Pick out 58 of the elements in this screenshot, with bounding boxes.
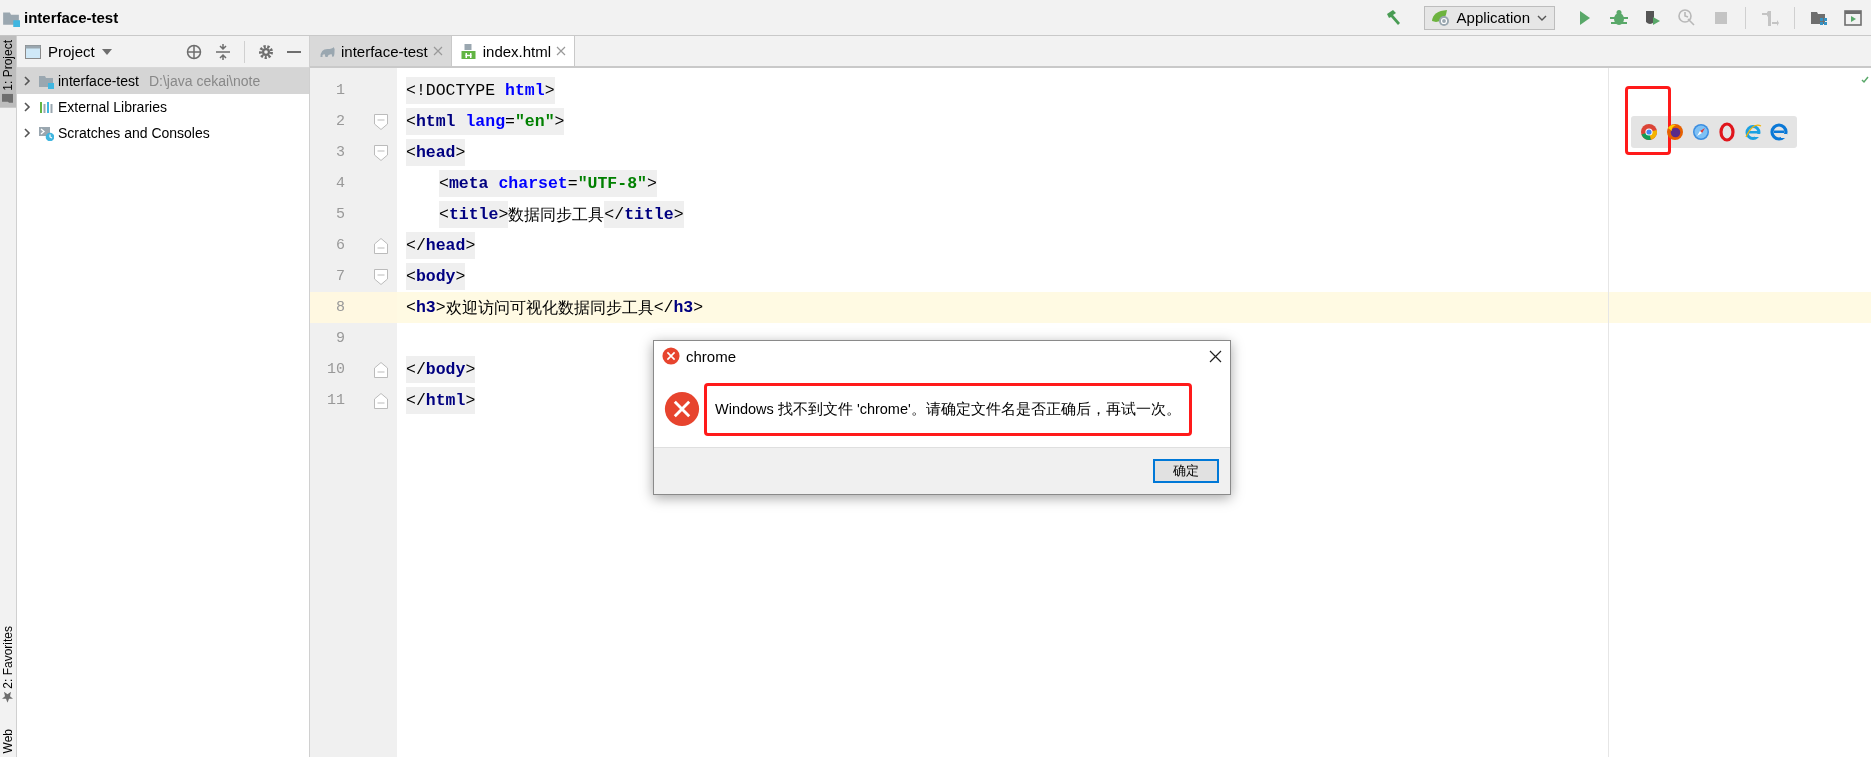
module-path: D:\java cekai\note [148, 73, 261, 89]
tool-window-tab[interactable]: Web [0, 724, 16, 757]
code-line: <html lang="en"> [397, 108, 565, 135]
dialog-title: chrome [686, 347, 737, 365]
line-number: 6 [335, 237, 345, 254]
fold-marker-icon[interactable] [374, 268, 388, 285]
editor-tab[interactable]: interface-test [310, 36, 452, 66]
run-configuration-dropdown[interactable]: Application [1423, 5, 1555, 30]
line-number: 11 [326, 392, 345, 409]
fold-marker-icon[interactable] [374, 237, 388, 254]
line-number: 5 [335, 206, 345, 223]
browser-icon[interactable] [1665, 122, 1685, 142]
caret-icon [101, 48, 112, 55]
fold-marker-icon[interactable] [374, 113, 388, 130]
tree-item[interactable]: interface-test D:\java cekai\note [17, 68, 309, 94]
fold-marker-icon[interactable] [374, 144, 388, 161]
browser-icon[interactable] [1769, 122, 1789, 142]
tree-item[interactable]: Scratches and Consoles [17, 120, 309, 146]
close-icon[interactable] [1209, 349, 1222, 363]
tree-item[interactable]: External Libraries [17, 94, 309, 120]
project-view-dropdown[interactable]: Project [25, 43, 112, 60]
settings-icon[interactable] [258, 43, 274, 60]
line-number: 10 [326, 361, 345, 378]
browser-icon[interactable] [1639, 122, 1659, 142]
bars-icon [38, 99, 54, 115]
ok-button[interactable]: 确定 [1153, 459, 1219, 483]
line-number: 8 [335, 299, 345, 316]
browser-icon[interactable] [1717, 122, 1737, 142]
editor-tab[interactable]: index.html [451, 36, 576, 66]
code-line: <h3>欢迎访问可视化数据同步工具</h3> [405, 297, 704, 319]
fold-marker-icon[interactable] [374, 392, 388, 409]
crosshair-icon[interactable] [186, 43, 202, 60]
code-line: <meta charset="UTF-8"> [397, 170, 657, 197]
code-line: <title>数据同步工具</title> [397, 201, 684, 228]
fold-marker-icon[interactable] [374, 361, 388, 378]
check-icon [1861, 76, 1869, 84]
folder-icon [2, 93, 14, 104]
error-icon [662, 347, 680, 365]
tool-window-tab[interactable]: 1: Project [0, 36, 16, 108]
html-file-icon [459, 42, 478, 60]
line-number: 7 [335, 268, 345, 285]
line-number: 1 [335, 82, 345, 99]
error-icon [664, 391, 700, 427]
error-message: Windows 找不到文件 'chrome'。请确定文件名是否正确后，再试一次。 [704, 382, 1192, 436]
tool-window-tab[interactable]: 2: Favorites [0, 621, 16, 707]
window-icon [25, 44, 41, 59]
project-title: interface-test [24, 9, 119, 26]
folder-icon [38, 73, 54, 89]
window-play-icon[interactable] [1843, 7, 1863, 28]
star-icon [2, 691, 14, 703]
line-number: 9 [335, 330, 345, 347]
bug-icon[interactable] [1609, 7, 1629, 28]
line-number: 4 [335, 175, 345, 192]
leaf-icon [1430, 8, 1451, 27]
collapse-icon[interactable] [215, 43, 231, 60]
console-clock-icon [38, 125, 54, 141]
line-number: 2 [335, 113, 345, 130]
line-number: 3 [335, 144, 345, 161]
